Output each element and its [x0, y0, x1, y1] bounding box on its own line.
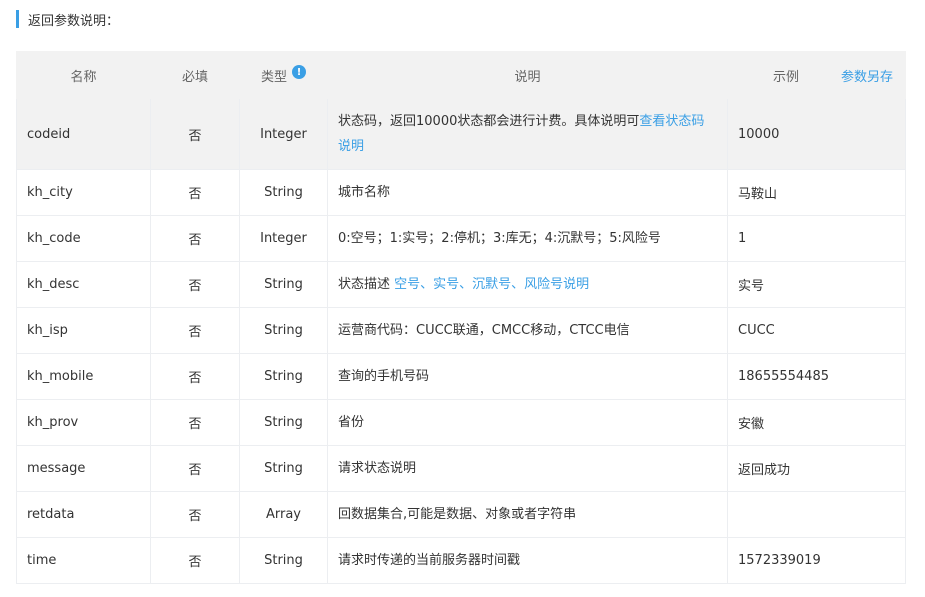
- param-desc-text: 城市名称: [338, 185, 391, 200]
- param-name: kh_mobile: [16, 353, 151, 400]
- param-type: String: [239, 169, 328, 216]
- param-name: message: [16, 445, 151, 492]
- param-desc-text: 运营商代码：CUCC联通，CMCC移动，CTCC电信: [338, 323, 630, 338]
- param-required: 否: [150, 169, 240, 216]
- param-type: Integer: [239, 215, 328, 262]
- param-required: 否: [150, 399, 240, 446]
- param-desc: 省份: [327, 399, 728, 446]
- param-required: 否: [150, 98, 240, 170]
- param-desc: 状态码，返回10000状态都会进行计费。具体说明可查看状态码说明: [327, 98, 728, 170]
- param-required: 否: [150, 445, 240, 492]
- param-type: String: [239, 261, 328, 308]
- table-row: kh_mobile 否 String 查询的手机号码 18655554485: [16, 353, 906, 400]
- param-example: 实号: [727, 261, 906, 308]
- table-row: kh_desc 否 String 状态描述 空号、实号、沉默号、风险号说明 实号: [16, 261, 906, 308]
- param-desc: 回数据集合,可能是数据、对象或者字符串: [327, 491, 728, 538]
- header-name: 名称: [16, 51, 151, 99]
- table-row: kh_city 否 String 城市名称 马鞍山: [16, 169, 906, 216]
- param-desc-text: 查询的手机号码: [338, 369, 430, 384]
- return-params-table: 名称 必填 类型 ! 说明 示例 参数另存 codeid 否 Integer 状态码，…: [16, 51, 906, 584]
- header-type: 类型 !: [239, 51, 328, 99]
- param-example: CUCC: [727, 307, 906, 354]
- table-row: kh_isp 否 String 运营商代码：CUCC联通，CMCC移动，CTCC电信 C…: [16, 307, 906, 354]
- param-type: String: [239, 399, 328, 446]
- table-row: kh_code 否 Integer 0:空号；1:实号；2:停机；3:库无；4:沉默号…: [16, 215, 906, 262]
- table-row: codeid 否 Integer 状态码，返回10000状态都会进行计费。具体说明可查…: [16, 98, 906, 170]
- header-desc: 说明: [327, 51, 728, 99]
- param-desc: 查询的手机号码: [327, 353, 728, 400]
- param-example: 安徽: [727, 399, 906, 446]
- param-desc: 请求状态说明: [327, 445, 728, 492]
- param-name: kh_desc: [16, 261, 151, 308]
- param-desc: 城市名称: [327, 169, 728, 216]
- param-desc-text: 省份: [338, 415, 365, 430]
- info-icon[interactable]: !: [292, 65, 306, 79]
- param-name: kh_prov: [16, 399, 151, 446]
- param-desc-text: 请求时传递的当前服务器时间戳: [338, 553, 521, 568]
- param-example: 1: [727, 215, 906, 262]
- param-type: String: [239, 445, 328, 492]
- param-example: 10000: [727, 98, 906, 170]
- param-desc-text: 回数据集合,可能是数据、对象或者字符串: [338, 507, 577, 522]
- table-header-row: 名称 必填 类型 ! 说明 示例 参数另存: [16, 51, 906, 99]
- param-name: time: [16, 537, 151, 584]
- param-desc-text: 状态码，返回10000状态都会进行计费。具体说明可: [338, 114, 640, 129]
- table-row: retdata 否 Array 回数据集合,可能是数据、对象或者字符串: [16, 491, 906, 538]
- param-type: Array: [239, 491, 328, 538]
- param-name: kh_code: [16, 215, 151, 262]
- param-type: Integer: [239, 98, 328, 170]
- param-desc: 请求时传递的当前服务器时间戳: [327, 537, 728, 584]
- table-row: kh_prov 否 String 省份 安徽: [16, 399, 906, 446]
- header-required: 必填: [150, 51, 240, 99]
- param-type: String: [239, 353, 328, 400]
- header-example: 示例 参数另存: [727, 51, 906, 99]
- section-title-text: 返回参数说明：: [28, 13, 120, 29]
- param-desc: 运营商代码：CUCC联通，CMCC移动，CTCC电信: [327, 307, 728, 354]
- param-name: retdata: [16, 491, 151, 538]
- table-row: time 否 String 请求时传递的当前服务器时间戳 1572339019: [16, 537, 906, 584]
- header-example-label: 示例: [773, 69, 800, 85]
- param-required: 否: [150, 537, 240, 584]
- table-row: message 否 String 请求状态说明 返回成功: [16, 445, 906, 492]
- param-example: 18655554485: [727, 353, 906, 400]
- param-required: 否: [150, 261, 240, 308]
- param-required: 否: [150, 491, 240, 538]
- param-desc-link[interactable]: 空号、实号、沉默号、风险号说明: [394, 277, 589, 292]
- param-name: codeid: [16, 98, 151, 170]
- param-required: 否: [150, 353, 240, 400]
- table-body: codeid 否 Integer 状态码，返回10000状态都会进行计费。具体说明可查…: [16, 98, 906, 584]
- param-type: String: [239, 307, 328, 354]
- param-desc-text: 请求状态说明: [338, 461, 417, 476]
- param-example: 返回成功: [727, 445, 906, 492]
- save-params-link[interactable]: 参数另存: [841, 52, 893, 98]
- param-example: 马鞍山: [727, 169, 906, 216]
- param-name: kh_city: [16, 169, 151, 216]
- section-title: 返回参数说明：: [16, 10, 120, 29]
- param-desc-text: 状态描述: [338, 277, 395, 292]
- param-required: 否: [150, 307, 240, 354]
- param-type: String: [239, 537, 328, 584]
- param-desc: 0:空号；1:实号；2:停机；3:库无；4:沉默号；5:风险号: [327, 215, 728, 262]
- section-accent-bar: [16, 10, 19, 28]
- param-example: [727, 491, 906, 538]
- param-name: kh_isp: [16, 307, 151, 354]
- param-example: 1572339019: [727, 537, 906, 584]
- param-desc: 状态描述 空号、实号、沉默号、风险号说明: [327, 261, 728, 308]
- param-desc-text: 0:空号；1:实号；2:停机；3:库无；4:沉默号；5:风险号: [338, 231, 661, 246]
- param-required: 否: [150, 215, 240, 262]
- header-type-label: 类型: [260, 69, 287, 85]
